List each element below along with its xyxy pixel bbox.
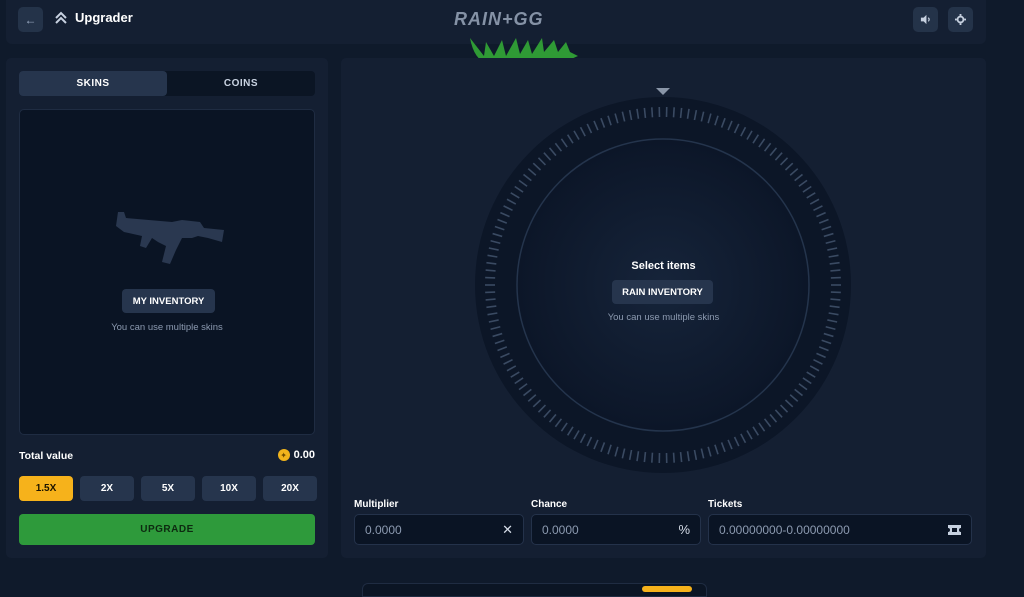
multiplier-button-1-5x[interactable]: 1.5X: [19, 476, 73, 501]
wheel-tick: [652, 453, 653, 463]
wheel-tick: [486, 299, 496, 300]
skins-panel: SKINS COINS MY INVENTORY You can use mul…: [6, 58, 328, 558]
ticket-icon: [948, 525, 961, 535]
arrow-left-icon: ←: [25, 13, 37, 27]
wheel-pointer: [656, 88, 670, 95]
multiplier-button-2x[interactable]: 2X: [80, 476, 134, 501]
bottom-panel-edge: [362, 583, 707, 597]
multiplier-button-20x[interactable]: 20X: [263, 476, 317, 501]
total-value: ✦ 0.00: [278, 449, 315, 461]
percent-icon: %: [678, 522, 690, 537]
wheel-tick: [644, 108, 645, 118]
brand-logo[interactable]: RAIN+GG: [454, 9, 544, 30]
wheel-tick: [681, 108, 682, 118]
tickets-value: 0.00000000-0.00000000: [719, 523, 850, 537]
tab-coins[interactable]: COINS: [167, 71, 315, 96]
tab-skins[interactable]: SKINS: [19, 71, 167, 96]
rifle-icon: [112, 208, 224, 270]
close-icon[interactable]: ✕: [502, 522, 513, 538]
inventory-box: MY INVENTORY You can use multiple skins: [19, 109, 315, 435]
rain-inventory-button[interactable]: RAIN INVENTORY: [612, 280, 713, 304]
panel-tabs: SKINS COINS: [19, 71, 315, 96]
inventory-hint: You can use multiple skins: [20, 322, 314, 333]
bottom-accent: [642, 586, 692, 592]
multiplier-buttons: 1.5X 2X 5X 10X 20X: [19, 476, 317, 501]
back-button[interactable]: ←: [18, 7, 43, 32]
wheel-tick: [681, 452, 682, 462]
page-title: Upgrader: [75, 10, 133, 25]
chance-label: Chance: [531, 499, 567, 510]
chevrons-up-icon: [54, 11, 68, 25]
select-items-label: Select items: [341, 260, 986, 272]
sound-button[interactable]: [913, 7, 938, 32]
speaker-icon: [920, 14, 931, 25]
coin-icon: ✦: [278, 449, 290, 461]
settings-button[interactable]: [948, 7, 973, 32]
wheel-tick: [674, 453, 675, 463]
chance-field[interactable]: 0.0000 %: [531, 514, 701, 545]
wheel-tick: [652, 107, 653, 117]
multiplier-value: 0.0000: [365, 523, 402, 537]
total-value-amount: 0.00: [294, 449, 315, 461]
chance-value: 0.0000: [542, 523, 579, 537]
my-inventory-button[interactable]: MY INVENTORY: [122, 289, 215, 313]
total-value-label: Total value: [19, 450, 73, 462]
rain-inventory-hint: You can use multiple skins: [341, 312, 986, 323]
page-title-group: Upgrader: [54, 10, 133, 25]
multiplier-field[interactable]: 0.0000 ✕: [354, 514, 524, 545]
upgrade-wheel-panel: Select items RAIN INVENTORY You can use …: [341, 58, 986, 558]
wheel-tick: [830, 299, 840, 300]
tickets-label: Tickets: [708, 499, 742, 510]
gear-icon: [955, 14, 966, 25]
multiplier-button-5x[interactable]: 5X: [141, 476, 195, 501]
tickets-field: 0.00000000-0.00000000: [708, 514, 972, 545]
wheel-tick: [644, 452, 645, 462]
multiplier-label: Multiplier: [354, 499, 398, 510]
upgrade-button[interactable]: UPGRADE: [19, 514, 315, 545]
multiplier-button-10x[interactable]: 10X: [202, 476, 256, 501]
wheel-tick: [674, 107, 675, 117]
